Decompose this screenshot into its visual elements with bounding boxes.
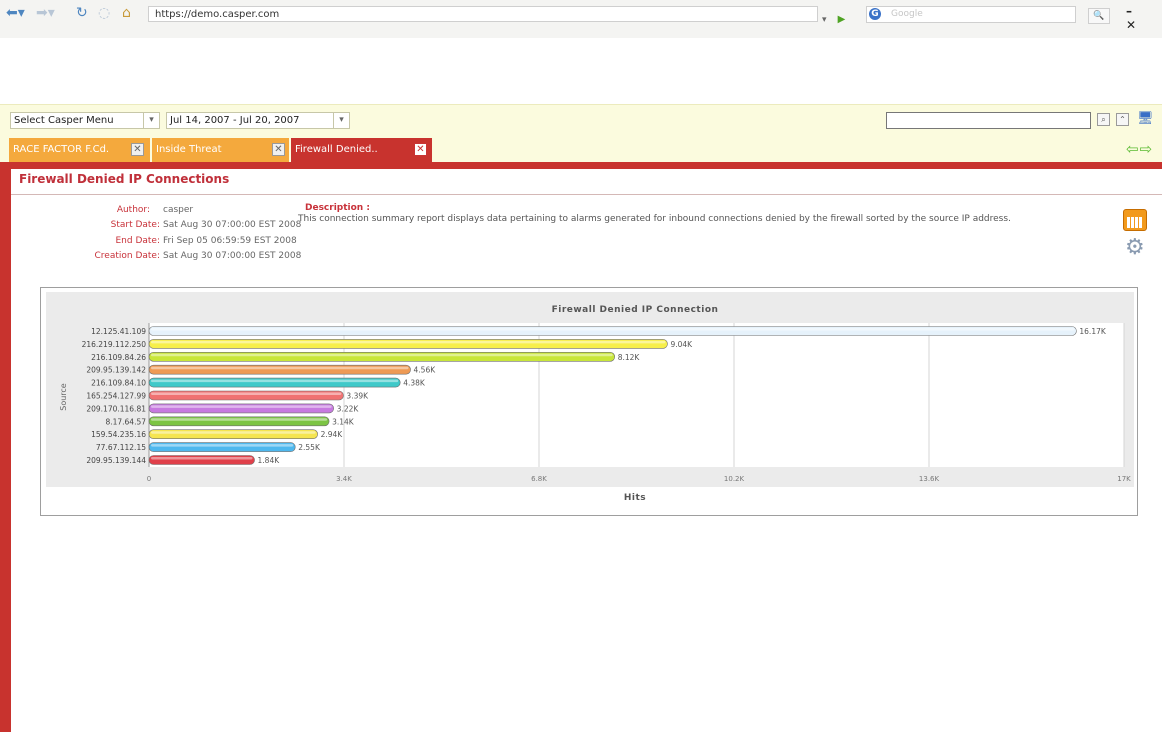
home-icon[interactable]: ⌂ xyxy=(122,4,131,22)
start-date-value: Sat Aug 30 07:00:00 EST 2008 xyxy=(163,220,302,230)
close-icon[interactable]: ✕ xyxy=(414,143,427,156)
casper-menu-value: Select Casper Menu xyxy=(14,115,114,126)
stop-icon[interactable]: ◌ xyxy=(98,4,110,22)
start-date-label: Start Date: xyxy=(110,220,160,230)
go-icon[interactable]: ▶ xyxy=(838,14,846,25)
chevron-down-icon[interactable]: ▾ xyxy=(143,113,159,128)
collapse-icon[interactable]: ⌃ xyxy=(1116,113,1129,126)
back-icon[interactable]: ⬅▾ xyxy=(6,4,25,22)
tab-label: Inside Threat xyxy=(156,144,222,155)
tools-icon[interactable]: ⚙ xyxy=(1125,237,1145,259)
tab-label: RACE FACTOR F.Cd. xyxy=(13,144,110,155)
arrow-right-icon[interactable]: ⇨ xyxy=(1140,140,1154,158)
arrow-left-icon[interactable]: ⇦ xyxy=(1126,140,1140,158)
dropdown-icon[interactable]: ▾ xyxy=(822,15,827,25)
monitor-icon[interactable]: 🖥 xyxy=(1137,112,1154,126)
tab-race-factor[interactable]: RACE FACTOR F.Cd. ✕ xyxy=(9,138,150,162)
app-toolbar: Select Casper Menu ▾ Jul 14, 2007 - Jul … xyxy=(0,104,1162,135)
tab-label: Firewall Denied.. xyxy=(295,144,378,155)
url-field[interactable]: https://demo.casper.com xyxy=(148,6,818,22)
tab-scroll-arrows[interactable]: ⇦⇨ xyxy=(1126,141,1153,157)
description-text: This connection summary report displays … xyxy=(298,214,1011,224)
tab-underline-bar xyxy=(0,162,1162,169)
search-engine-icon[interactable]: G xyxy=(869,8,881,20)
content-left-border xyxy=(0,162,11,732)
window-controls[interactable]: – ✕ xyxy=(1126,4,1162,32)
end-date-label: End Date: xyxy=(115,236,160,246)
chart-background xyxy=(46,292,1134,487)
chevron-down-icon[interactable]: ▾ xyxy=(333,113,349,128)
author-label: Author: xyxy=(116,205,150,215)
tab-firewall-denied[interactable]: Firewall Denied.. ✕ xyxy=(291,138,432,162)
calendar-icon[interactable] xyxy=(1123,209,1147,231)
description-label: Description : xyxy=(305,203,370,213)
page-banner xyxy=(0,38,1162,104)
report-title: Firewall Denied IP Connections xyxy=(19,172,230,186)
creation-date-value: Sat Aug 30 07:00:00 EST 2008 xyxy=(163,251,302,261)
casper-menu-select[interactable]: Select Casper Menu ▾ xyxy=(10,112,160,129)
forward-icon[interactable]: ➡▾ xyxy=(36,4,55,22)
url-go-buttons[interactable]: ▾ ▶ xyxy=(822,7,860,25)
search-icon[interactable]: ⌕ xyxy=(1097,113,1110,126)
author-value: casper xyxy=(163,205,194,215)
reload-icon[interactable]: ↻ xyxy=(76,4,88,22)
date-range-value: Jul 14, 2007 - Jul 20, 2007 xyxy=(170,115,300,126)
close-icon[interactable]: ✕ xyxy=(131,143,144,156)
creation-date-label: Creation Date: xyxy=(94,251,160,261)
browser-search-input[interactable]: Google xyxy=(866,6,1076,23)
end-date-value: Fri Sep 05 06:59:59 EST 2008 xyxy=(163,236,297,246)
tab-strip: RACE FACTOR F.Cd. ✕ Inside Threat ✕ Fire… xyxy=(0,134,1162,162)
close-icon[interactable]: ✕ xyxy=(272,143,285,156)
app-search-input[interactable] xyxy=(886,112,1091,129)
tab-inside-threat[interactable]: Inside Threat ✕ xyxy=(152,138,289,162)
browser-search-button[interactable]: 🔍 xyxy=(1088,8,1110,24)
date-range-select[interactable]: Jul 14, 2007 - Jul 20, 2007 ▾ xyxy=(166,112,350,129)
